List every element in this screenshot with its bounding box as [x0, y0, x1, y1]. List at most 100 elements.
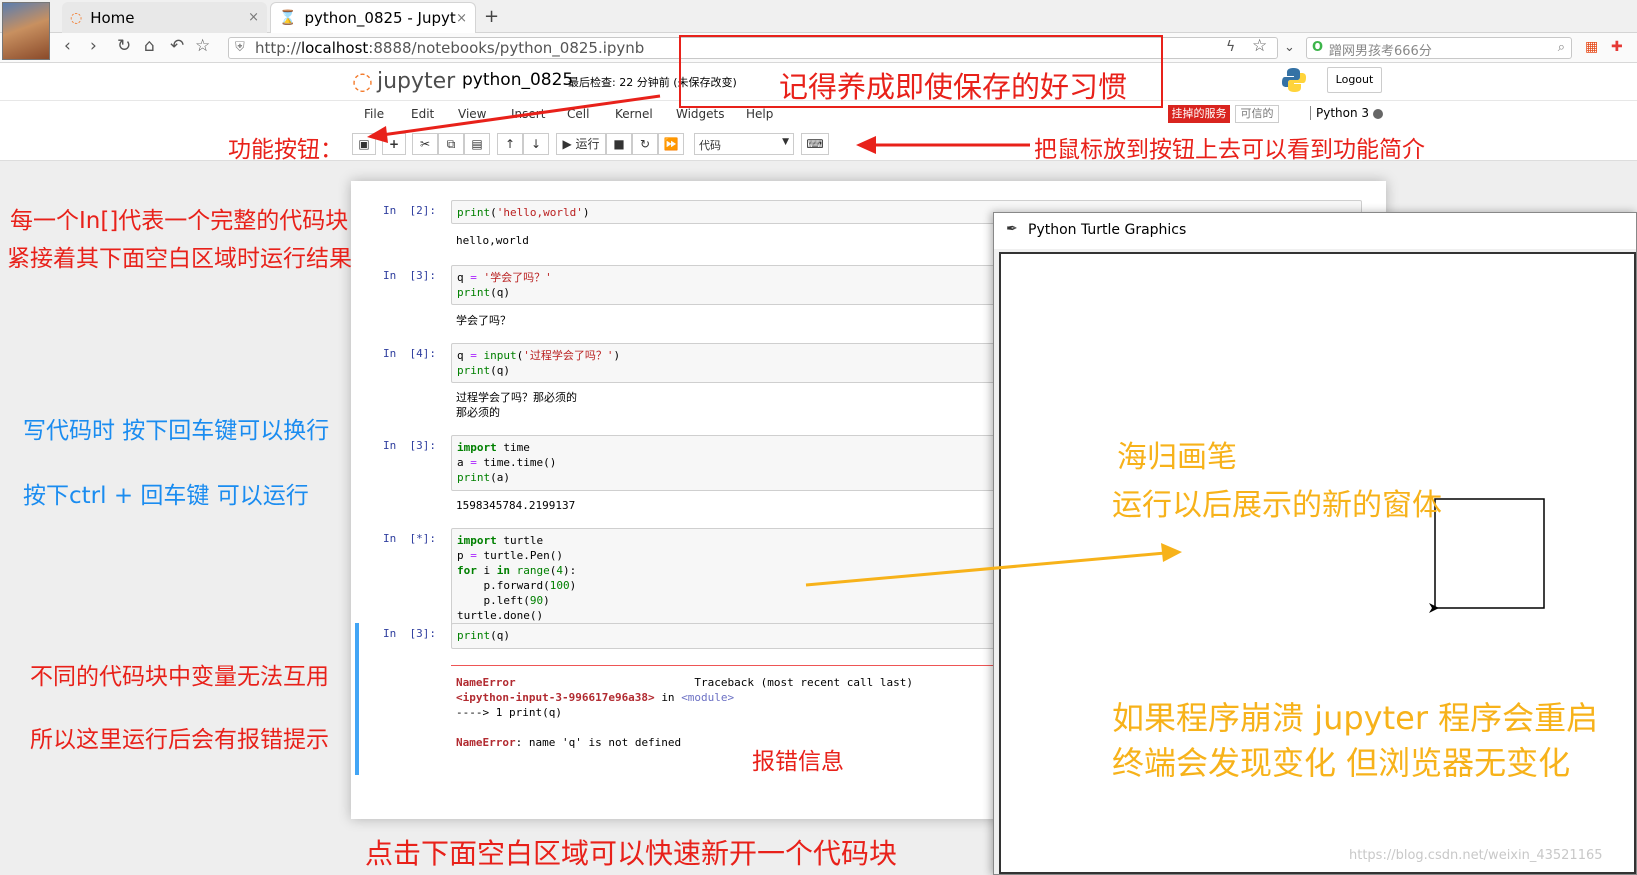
close-icon[interactable]: ×: [248, 10, 259, 25]
cell-prompt: In [4]:: [383, 347, 436, 360]
insert-cell-button[interactable]: +: [382, 133, 406, 155]
annotation-in-block-2: 紧接着其下面空白区域时运行结果: [7, 246, 352, 272]
refresh-icon: ↻: [639, 137, 651, 151]
error-name: NameError: [456, 676, 516, 689]
checkpoint-label: 最后检查: 22 分钟前: [568, 76, 670, 89]
menu-kernel[interactable]: Kernel: [615, 107, 653, 121]
new-tab-button[interactable]: +: [484, 6, 499, 27]
apps-icon[interactable]: ▦: [1585, 39, 1598, 55]
watermark: https://blog.csdn.net/weixin_43521165: [1349, 848, 1603, 863]
cell-prompt: In [3]:: [383, 269, 436, 282]
url-host: localhost: [300, 39, 369, 57]
menu-widgets[interactable]: Widgets: [676, 107, 725, 121]
kernel-status-badge: 挂掉的服务: [1168, 105, 1230, 123]
cell-prompt: In [3]:: [383, 627, 436, 640]
arrow-up-icon: ↑: [504, 137, 516, 151]
search-icon[interactable]: ⌕: [1558, 40, 1565, 55]
menu-insert[interactable]: Insert: [511, 107, 545, 121]
forward-icon[interactable]: ›: [90, 36, 97, 56]
caret-down-icon: ▼: [782, 137, 789, 147]
paste-icon: ▤: [471, 137, 483, 151]
copy-button[interactable]: ⧉: [438, 133, 464, 155]
menu-file[interactable]: File: [364, 107, 384, 121]
star-icon[interactable]: ☆: [195, 36, 210, 56]
cell-prompt: In [2]:: [383, 204, 436, 217]
menu-edit[interactable]: Edit: [411, 107, 434, 121]
tab-home-label: Home: [90, 8, 135, 27]
restart-run-all-button[interactable]: ⏩: [658, 133, 684, 155]
jupyter-logo[interactable]: ◌ jupyter: [352, 67, 455, 95]
python-logo-icon: [1282, 68, 1306, 92]
home-icon[interactable]: ⌂: [144, 36, 155, 56]
selected-cell-indicator: [355, 623, 359, 775]
command-palette-button[interactable]: ⌨: [801, 133, 829, 155]
jupyter-logo-text: jupyter: [376, 68, 456, 94]
kernel-indicator-icon: [1373, 109, 1383, 119]
stop-icon: ■: [613, 137, 625, 151]
undo-icon[interactable]: ↶: [170, 36, 184, 56]
tab-home[interactable]: ◌ Home ×: [62, 2, 267, 33]
interrupt-button[interactable]: ■: [606, 133, 632, 155]
jupyter-logo-icon: ◌: [352, 67, 373, 95]
move-down-button[interactable]: ↓: [523, 133, 549, 155]
error-arrow-line: ----> 1 print(q): [456, 706, 562, 719]
menu-view[interactable]: View: [458, 107, 486, 121]
trusted-button[interactable]: 可信的: [1235, 105, 1279, 123]
turtle-cursor-icon: [1429, 603, 1439, 613]
annotation-function-buttons: 功能按钮：: [228, 137, 343, 163]
chevron-down-icon[interactable]: ⌄: [1284, 40, 1295, 55]
browser-tab-bar: ◌ Home × ⌛ python_0825 - Jupyter N × +: [0, 0, 1637, 33]
keyboard-icon: ⌨: [806, 137, 824, 151]
tab-notebook-label: python_0825 - Jupyter N: [304, 9, 456, 27]
game-icon[interactable]: ✚: [1611, 39, 1623, 55]
turtle-window-title: Python Turtle Graphics: [1028, 222, 1187, 238]
cell-prompt: In [3]:: [383, 439, 436, 452]
lightning-icon[interactable]: ϟ: [1226, 39, 1235, 55]
move-up-button[interactable]: ↑: [497, 133, 523, 155]
error-message-name: NameError: [456, 736, 516, 749]
avatar[interactable]: [2, 2, 50, 60]
menu-help[interactable]: Help: [746, 107, 773, 121]
menu-cell[interactable]: Cell: [567, 107, 589, 121]
url-path: :8888/notebooks/python_0825.ipynb: [368, 39, 645, 57]
annotation-crash-2: 终端会发现变化 但浏览器无变化: [1112, 744, 1571, 782]
shield-icon: ⛨: [235, 40, 245, 55]
annotation-scope-tip-1: 不同的代码块中变量无法互用: [30, 664, 329, 690]
paste-button[interactable]: ▤: [464, 133, 490, 155]
annotation-turtle-window: 运行以后展示的新的窗体: [1112, 488, 1442, 523]
traceback-label: Traceback (most recent call last): [694, 676, 913, 689]
plus-icon: +: [388, 137, 400, 151]
cell-output: 学会了吗？: [456, 314, 511, 327]
annotation-save-habit: 记得养成即使保存的好习惯: [779, 70, 1128, 104]
scissors-icon: ✂: [419, 137, 431, 151]
cell-type-select[interactable]: 代码 ▼: [694, 133, 794, 155]
search-placeholder: 蹭网男孩考666分: [1329, 44, 1432, 59]
cell-type-value: 代码: [699, 139, 721, 152]
run-button[interactable]: ▶ 运行: [556, 133, 606, 155]
save-button[interactable]: ▣: [352, 133, 376, 155]
back-icon[interactable]: ‹: [64, 36, 71, 56]
copy-icon: ⧉: [446, 137, 456, 151]
turtle-titlebar[interactable]: ✒ Python Turtle Graphics: [994, 213, 1636, 249]
cell-output: hello,world: [456, 234, 529, 247]
restart-button[interactable]: ↻: [632, 133, 658, 155]
reload-icon[interactable]: ↻: [117, 36, 131, 56]
notebook-name[interactable]: python_0825: [462, 70, 573, 90]
run-label: 运行: [575, 137, 600, 151]
annotation-scope-tip-2: 所以这里运行后会有报错提示: [30, 727, 329, 753]
error-input-ref: <ipython-input-3-996617e96a38>: [456, 691, 655, 704]
error-message-text: : name 'q' is not defined: [515, 736, 682, 749]
annotation-hover-tip: 把鼠标放到按钮上去可以看到功能简介: [1034, 137, 1425, 163]
search-input[interactable]: O 蹭网男孩考666分 ⌕: [1306, 37, 1572, 59]
close-icon[interactable]: ×: [456, 11, 467, 26]
cell-output: 过程学会了吗？那必须的 那必须的: [456, 391, 577, 419]
cut-button[interactable]: ✂: [412, 133, 438, 155]
arrow-down-icon: ↓: [530, 137, 542, 151]
error-in-word: in: [661, 691, 675, 704]
logout-button[interactable]: Logout: [1327, 67, 1382, 93]
bookmark-star-icon[interactable]: ☆: [1252, 36, 1267, 56]
feather-icon: ✒: [1006, 221, 1018, 237]
tab-notebook[interactable]: ⌛ python_0825 - Jupyter N ×: [270, 2, 476, 33]
annotation-error-info: 报错信息: [752, 749, 844, 775]
annotation-crash-1: 如果程序崩溃 jupyter 程序会重启: [1112, 699, 1599, 737]
